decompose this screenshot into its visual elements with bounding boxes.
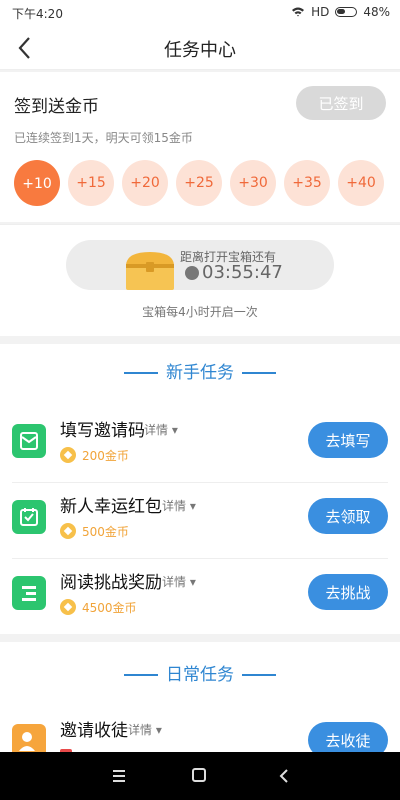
checkin-reward-row: +10 +15 +20 +25 +30 +35 +40 (14, 160, 384, 206)
app-header: 任务中心 (0, 26, 400, 70)
network-label: HD (311, 5, 330, 19)
status-icons: HD 48% (291, 5, 390, 19)
checkin-subtitle: 已连续签到1天，明天可领15金币 (14, 131, 193, 145)
coin-icon (60, 523, 76, 539)
title-divider-right (242, 674, 276, 676)
divider (12, 482, 388, 483)
battery-icon (335, 7, 358, 17)
reward-day-1: +10 (14, 160, 60, 206)
task-name: 邀请收徒 (60, 721, 128, 741)
checked-in-button[interactable]: 已签到 (296, 86, 386, 120)
chest-countdown: 03:55:47 (202, 262, 283, 283)
battery-percent: 48% (363, 5, 390, 19)
treasure-chest-icon (126, 252, 174, 290)
task-name: 阅读挑战奖励 (60, 573, 162, 593)
invite-apprentice-button[interactable]: 去收徒 (308, 722, 388, 752)
daily-section-title: 日常任务 (0, 660, 400, 685)
calendar-check-icon (12, 500, 46, 534)
user-plus-icon (12, 724, 46, 752)
task-name: 填写邀请码 (60, 421, 145, 441)
status-bar: 下午4:20 HD 48% (0, 0, 400, 26)
reward-day-2: +15 (68, 160, 114, 206)
newbie-section-title: 新手任务 (0, 358, 400, 383)
reward-day-7: +40 (338, 160, 384, 206)
status-time: 下午4:20 (12, 7, 63, 21)
task-detail-link[interactable]: 详情 ▾ (162, 497, 196, 514)
bar-list-icon (12, 576, 46, 610)
title-divider-left (124, 674, 158, 676)
task-detail-link[interactable]: 详情 ▾ (162, 573, 196, 590)
coin-icon (60, 447, 76, 463)
task-reward: 4500金币 (82, 601, 137, 615)
reading-challenge-button[interactable]: 去挑战 (308, 574, 388, 610)
reward-day-6: +35 (284, 160, 330, 206)
system-nav-bar (0, 752, 400, 800)
page-title: 任务中心 (164, 40, 236, 61)
treasure-chest-card: 距离打开宝箱还有 03:55:47 宝箱每4小时开启一次 (0, 224, 400, 336)
clock-icon (185, 266, 199, 280)
task-item: 阅读挑战奖励 详情 ▾ 4500金币 去挑战 (0, 558, 400, 634)
envelope-icon (12, 424, 46, 458)
reward-day-4: +25 (176, 160, 222, 206)
task-name: 新人幸运红包 (60, 497, 162, 517)
task-detail-link[interactable]: 详情 ▾ (128, 721, 162, 738)
chest-countdown-pill[interactable]: 距离打开宝箱还有 03:55:47 (66, 240, 334, 290)
wifi-icon (292, 7, 305, 17)
reward-day-5: +30 (230, 160, 276, 206)
fill-invite-code-button[interactable]: 去填写 (308, 422, 388, 458)
newbie-task-section: 新手任务 填写邀请码 详情 ▾ 200金币 去填写 新人幸运红包 详情 ▾ 50… (0, 344, 400, 634)
task-detail-link[interactable]: 详情 ▾ (144, 421, 178, 438)
divider (12, 558, 388, 559)
menu-icon[interactable] (111, 766, 127, 786)
task-item: 邀请收徒 详情 ▾ 去收徒 (0, 706, 400, 752)
reward-day-3: +20 (122, 160, 168, 206)
checkin-title: 签到送金币 (14, 97, 99, 117)
chest-note: 宝箱每4小时开启一次 (142, 305, 258, 319)
title-divider-left (124, 372, 158, 374)
claim-red-packet-button[interactable]: 去领取 (308, 498, 388, 534)
back-icon[interactable] (276, 766, 292, 786)
task-reward: 200金币 (82, 449, 129, 463)
home-icon[interactable] (192, 768, 206, 782)
task-item: 新人幸运红包 详情 ▾ 500金币 去领取 (0, 482, 400, 558)
coin-icon (60, 599, 76, 615)
task-reward: 500金币 (82, 525, 129, 539)
title-divider-right (242, 372, 276, 374)
task-item: 填写邀请码 详情 ▾ 200金币 去填写 (0, 406, 400, 482)
daily-task-section: 日常任务 邀请收徒 详情 ▾ 去收徒 (0, 642, 400, 752)
